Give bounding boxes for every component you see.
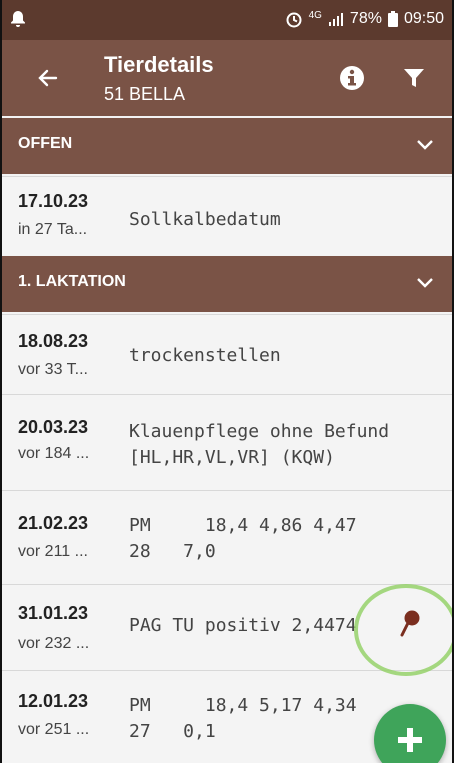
info-icon: [340, 66, 364, 90]
page-title: Tierdetails: [104, 52, 214, 77]
event-date: 21.02.23: [18, 513, 89, 533]
event-description: Sollkalbedatum: [129, 209, 281, 230]
event-relative: vor 33 T...: [18, 361, 88, 378]
event-description: PM 18,4 5,17 4,34 27 0,1: [129, 695, 357, 742]
back-button[interactable]: [28, 58, 68, 98]
event-description: PM 18,4 4,86 4,47 28 7,0: [129, 515, 357, 562]
chevron-down-icon: [417, 140, 433, 150]
event-date: 18.08.23: [18, 331, 89, 351]
event-description: PAG TU positiv 2,4474: [129, 615, 357, 636]
section-header-offen[interactable]: OFFEN: [2, 118, 452, 174]
event-description: trockenstellen: [129, 345, 281, 366]
section-header-laktation[interactable]: 1. LAKTATION: [2, 256, 452, 312]
status-bar: 4G 78% 09:50: [2, 0, 452, 40]
battery-icon: [387, 11, 398, 27]
event-relative: vor 232 ...: [18, 635, 90, 652]
section-label: 1. LAKTATION: [18, 273, 126, 290]
network-type: 4G: [308, 9, 322, 21]
filter-icon: [404, 69, 424, 87]
list-item[interactable]: 20.03.23 vor 184 ... Klauenpflege ohne B…: [2, 394, 452, 491]
filter-button[interactable]: [394, 58, 434, 98]
alarm-icon: [286, 12, 302, 28]
list-item[interactable]: 17.10.23 in 27 Ta... Sollkalbedatum: [2, 176, 452, 255]
back-arrow-icon: [38, 69, 58, 87]
info-button[interactable]: [332, 58, 372, 98]
event-description: Klauenpflege ohne Befund [HL,HR,VL,VR] (…: [129, 421, 390, 468]
page-subtitle: 51 BELLA: [104, 84, 186, 104]
event-date: 12.01.23: [18, 691, 89, 711]
status-right: 4G 78% 09:50: [285, 10, 444, 28]
signal-icon: [328, 13, 343, 26]
screen: 4G 78% 09:50 Tierdetails 51 BELLA OFFEN …: [0, 0, 454, 763]
event-date: 20.03.23: [18, 417, 89, 437]
list-item[interactable]: 21.02.23 vor 211 ... PM 18,4 4,86 4,47 2…: [2, 490, 452, 585]
chevron-down-icon: [417, 278, 433, 288]
event-relative: vor 211 ...: [18, 543, 88, 560]
list-item[interactable]: 18.08.23 vor 33 T... trockenstellen: [2, 314, 452, 395]
event-date: 31.01.23: [18, 603, 89, 623]
highlight-circle: [354, 584, 452, 676]
section-label: OFFEN: [18, 135, 73, 152]
notification-icon: [11, 11, 25, 27]
app-bar: Tierdetails 51 BELLA: [2, 40, 452, 116]
plus-icon: [398, 728, 422, 752]
clock: 09:50: [403, 10, 444, 27]
battery-percent: 78%: [349, 10, 382, 27]
event-relative: in 27 Ta...: [18, 221, 88, 238]
event-relative: vor 184 ...: [18, 445, 90, 462]
event-relative: vor 251 ...: [18, 721, 90, 738]
event-date: 17.10.23: [18, 191, 89, 211]
